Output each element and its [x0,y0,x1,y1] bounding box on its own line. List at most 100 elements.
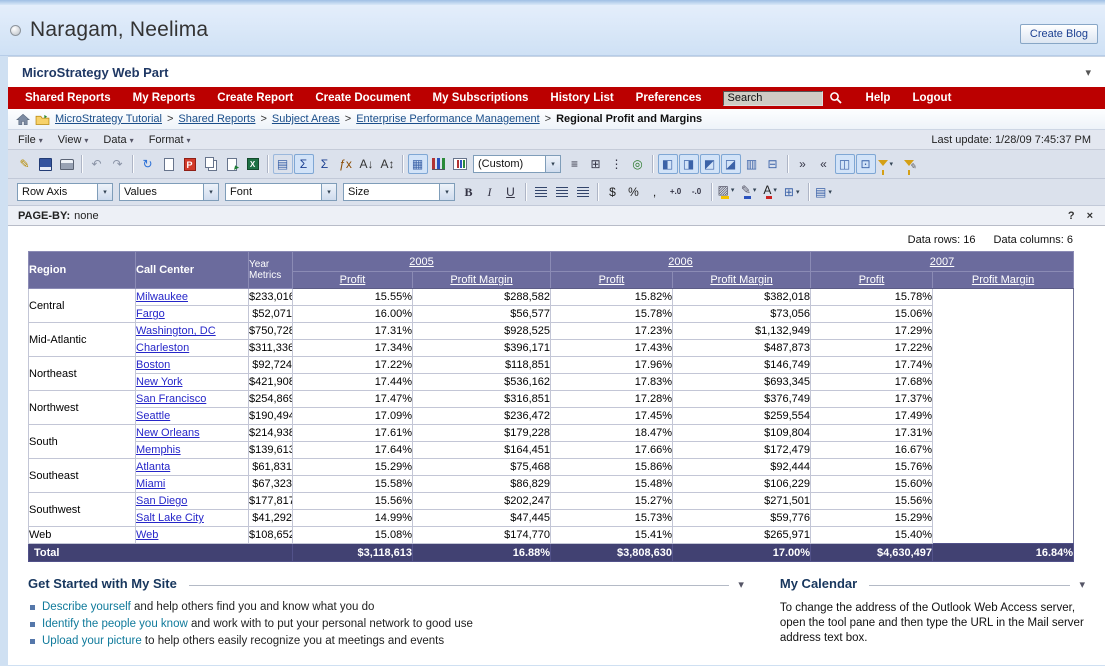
metric-link-profit-margin-2007[interactable]: Profit Margin [972,274,1034,286]
show-page-by-axis-icon[interactable]: ◨ [679,154,699,174]
merge-row-headers-icon[interactable]: ▥ [742,154,762,174]
comma-icon[interactable]: , [645,182,665,202]
nav-item-help[interactable]: Help [855,92,902,104]
increase-decimal-icon[interactable]: +.0 [666,182,686,202]
show-row-headers-icon[interactable]: ◪ [721,154,741,174]
right-panel-icon[interactable]: ⊡ [856,154,876,174]
menu-view[interactable]: View▾ [58,134,89,146]
percent-icon[interactable]: % [624,182,644,202]
report-details-icon[interactable]: ≡ [565,154,585,174]
export-pdf-icon[interactable] [180,154,200,174]
menu-data[interactable]: Data▾ [103,134,133,146]
call-center-link[interactable]: Salt Lake City [136,512,204,524]
export-excel-icon[interactable] [243,154,263,174]
italic-icon[interactable]: I [480,182,500,202]
insert-formula-icon[interactable]: ƒx [336,154,356,174]
design-mode-icon[interactable]: ✎ [15,154,35,174]
nav-item-shared-reports[interactable]: Shared Reports [14,92,122,104]
list-item-link[interactable]: Describe yourself [42,601,131,613]
copy-icon[interactable] [201,154,221,174]
print-icon[interactable] [57,154,77,174]
graph-view-icon[interactable] [429,154,449,174]
borders-icon[interactable]: ⊞▾ [783,182,804,202]
row-axis-select[interactable]: Row Axis▾ [17,183,113,201]
metric-link-profit-margin-2006[interactable]: Profit Margin [710,274,772,286]
add-pageby-icon[interactable]: ⊞ [586,154,606,174]
call-center-link[interactable]: Boston [136,359,170,371]
nav-item-history-list[interactable]: History List [539,92,624,104]
breadcrumb-link-microstrategy-tutorial[interactable]: MicroStrategy Tutorial [55,113,162,125]
list-item-link[interactable]: Upload your picture [42,635,142,647]
totals-icon[interactable]: Σ [315,154,335,174]
breadcrumb-link-shared-reports[interactable]: Shared Reports [178,113,255,125]
call-center-link[interactable]: Fargo [136,308,165,320]
year-link-2007[interactable]: 2007 [930,256,954,268]
currency-icon[interactable]: $ [603,182,623,202]
breadcrumb-link-subject-areas[interactable]: Subject Areas [272,113,340,125]
menu-format[interactable]: Format▾ [149,134,191,146]
nav-item-create-report[interactable]: Create Report [206,92,304,104]
call-center-link[interactable]: Miami [136,478,165,490]
metric-link-profit-2007[interactable]: Profit [859,274,885,286]
save-icon[interactable] [36,154,56,174]
undo-icon[interactable]: ↶ [87,154,107,174]
call-center-link[interactable]: Milwaukee [136,291,188,303]
webpart-menu-caret-icon[interactable]: ▾ [1085,66,1091,79]
metric-link-profit-2005[interactable]: Profit [340,274,366,286]
nav-item-my-subscriptions[interactable]: My Subscriptions [422,92,540,104]
nav-item-logout[interactable]: Logout [901,92,962,104]
align-center-icon[interactable] [552,182,572,202]
font-color-icon[interactable]: A▾ [762,182,782,202]
breadcrumb-link-enterprise-performance-management[interactable]: Enterprise Performance Management [356,113,539,125]
call-center-link[interactable]: San Francisco [136,393,206,405]
menu-file[interactable]: File▾ [18,134,43,146]
font-select[interactable]: Font▾ [225,183,337,201]
grid-view-icon[interactable]: ▦ [408,154,428,174]
banding-icon[interactable]: ▤ [273,154,293,174]
line-color-icon[interactable]: ✎▾ [740,182,761,202]
align-right-icon[interactable] [573,182,593,202]
call-center-link[interactable]: Atlanta [136,461,170,473]
left-panel-icon[interactable]: ◫ [835,154,855,174]
show-column-headers-icon[interactable]: ◩ [700,154,720,174]
call-center-link[interactable]: Charleston [136,342,189,354]
search-input[interactable]: Search [723,91,823,106]
call-center-link[interactable]: San Diego [136,495,187,507]
call-center-link[interactable]: Seattle [136,410,170,422]
pivot-icon[interactable]: ⋮ [607,154,627,174]
search-icon[interactable] [829,91,843,105]
redo-icon[interactable]: ↷ [108,154,128,174]
year-link-2006[interactable]: 2006 [668,256,692,268]
merge-column-headers-icon[interactable]: ⊟ [763,154,783,174]
call-center-link[interactable]: Web [136,529,158,541]
call-center-link[interactable]: New York [136,376,182,388]
align-left-icon[interactable] [531,182,551,202]
call-center-link[interactable]: Washington, DC [136,325,216,337]
get-started-menu-caret-icon[interactable]: ▾ [738,578,744,591]
nav-item-preferences[interactable]: Preferences [625,92,713,104]
show-pivot-buttons-icon[interactable]: ◧ [658,154,678,174]
home-icon[interactable] [16,113,30,126]
folder-icon[interactable] [35,113,50,125]
edit-filter-icon[interactable] [899,154,919,174]
size-select[interactable]: Size▾ [343,183,455,201]
values-select[interactable]: Values▾ [119,183,219,201]
my-calendar-menu-caret-icon[interactable]: ▾ [1079,578,1085,591]
decrease-decimal-icon[interactable]: -.0 [687,182,707,202]
create-blog-button[interactable]: Create Blog [1020,24,1098,44]
bold-icon[interactable]: B [459,182,479,202]
call-center-link[interactable]: New Orleans [136,427,200,439]
nav-item-create-document[interactable]: Create Document [304,92,421,104]
metric-link-profit-margin-2005[interactable]: Profit Margin [450,274,512,286]
year-link-2005[interactable]: 2005 [409,256,433,268]
metric-link-profit-2006[interactable]: Profit [599,274,625,286]
export-icon[interactable] [222,154,242,174]
refresh-icon[interactable]: ↻ [138,154,158,174]
more-formatting-icon[interactable]: ▤▾ [814,182,836,202]
subtotals-icon[interactable]: Σ [294,154,314,174]
insert-page-break-icon[interactable]: » [793,154,813,174]
design-preview-icon[interactable]: ◎ [628,154,648,174]
add-to-history-icon[interactable] [159,154,179,174]
sort-icon[interactable]: A↓ [357,154,377,174]
underline-icon[interactable]: U [501,182,521,202]
